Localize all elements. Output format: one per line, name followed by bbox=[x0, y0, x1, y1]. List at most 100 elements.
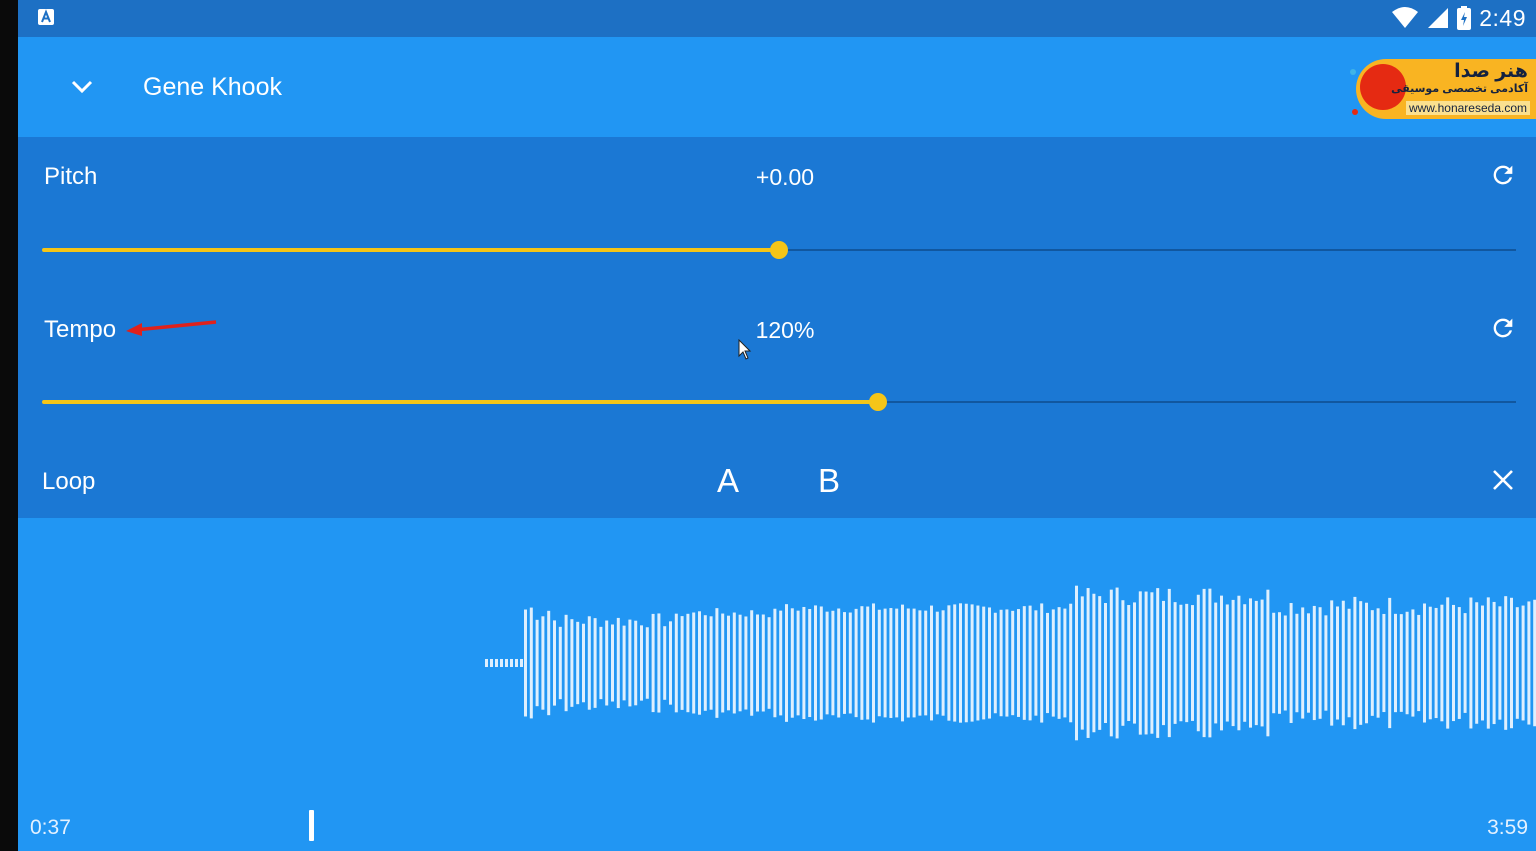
waveform-bar bbox=[756, 614, 759, 712]
annotation-arrow bbox=[126, 320, 217, 336]
waveform-bar bbox=[1336, 606, 1339, 720]
waveform-bar bbox=[1220, 595, 1223, 731]
waveform-bar bbox=[1173, 602, 1177, 724]
waveform-bar bbox=[1272, 612, 1276, 714]
waveform-bar bbox=[1283, 615, 1287, 711]
waveform-bar bbox=[1040, 603, 1044, 723]
loop-a-button[interactable]: A bbox=[717, 462, 739, 500]
waveform-bar bbox=[657, 613, 661, 713]
collapse-button[interactable] bbox=[62, 71, 102, 103]
loop-clear-button[interactable] bbox=[1486, 463, 1520, 497]
waveform-bar bbox=[1301, 607, 1305, 719]
waveform-bar bbox=[1330, 600, 1334, 726]
waveform-bar bbox=[947, 605, 951, 721]
waveform-bar bbox=[663, 626, 667, 700]
song-title: Gene Khook bbox=[143, 73, 282, 101]
tempo-slider-thumb[interactable] bbox=[868, 393, 887, 411]
waveform-bar bbox=[686, 613, 690, 713]
waveform-bar bbox=[541, 616, 545, 710]
waveform-bar bbox=[1133, 602, 1136, 724]
waveform-bar bbox=[510, 659, 513, 667]
playhead[interactable] bbox=[309, 810, 314, 841]
waveform-bar bbox=[645, 627, 649, 699]
waveform[interactable] bbox=[18, 558, 1536, 778]
waveform-bar bbox=[1405, 611, 1409, 715]
waveform-bar bbox=[1347, 608, 1351, 718]
waveform-bar bbox=[1231, 599, 1235, 727]
pitch-slider-thumb[interactable] bbox=[770, 241, 788, 259]
waveform-bar bbox=[1399, 614, 1403, 712]
waveform-bar bbox=[1185, 603, 1189, 723]
waveform-bar bbox=[1127, 605, 1131, 721]
pitch-reset-button[interactable] bbox=[1486, 158, 1520, 192]
tempo-slider[interactable] bbox=[42, 390, 1516, 414]
mouse-cursor-icon bbox=[738, 339, 752, 360]
waveform-bar bbox=[1162, 600, 1165, 726]
close-icon bbox=[1493, 470, 1513, 490]
waveform-bar bbox=[912, 608, 916, 718]
pitch-value: +0.00 bbox=[755, 164, 815, 190]
waveform-bar bbox=[1266, 589, 1270, 737]
tempo-value: 120% bbox=[755, 317, 815, 343]
total-time: 3:59 bbox=[1487, 816, 1528, 839]
waveform-bar bbox=[703, 615, 707, 711]
waveform-bar bbox=[1370, 610, 1374, 716]
waveform-bar bbox=[1365, 602, 1368, 724]
waveform-bar bbox=[582, 623, 585, 703]
waveform-bar bbox=[924, 610, 928, 716]
waveform-bar bbox=[535, 619, 539, 707]
waveform-bar bbox=[1475, 602, 1479, 724]
waveform-bar bbox=[1521, 605, 1525, 721]
waveform-bar bbox=[616, 617, 620, 709]
waveform-bar bbox=[1005, 609, 1009, 717]
waveform-bar bbox=[1295, 613, 1299, 713]
cell-signal-icon bbox=[1428, 8, 1449, 28]
waveform-bar bbox=[1481, 605, 1484, 721]
loop-b-button[interactable]: B bbox=[818, 462, 840, 500]
pitch-slider-fill bbox=[42, 248, 779, 252]
waveform-bar bbox=[988, 607, 991, 719]
waveform-bar bbox=[1411, 609, 1415, 717]
waveform-bar bbox=[732, 612, 736, 714]
waveform-bar bbox=[1440, 604, 1444, 722]
waveform-bar bbox=[1376, 608, 1380, 718]
waveform-bar bbox=[547, 610, 551, 716]
waveform-bar bbox=[1382, 613, 1386, 713]
waveform-bar bbox=[727, 615, 730, 711]
waveform-bar bbox=[1527, 601, 1531, 725]
waveform-bar bbox=[1191, 605, 1194, 721]
waveform-bar bbox=[680, 616, 684, 710]
waveform-bar bbox=[564, 614, 568, 712]
waveform-bar bbox=[520, 659, 523, 667]
waveform-bar bbox=[698, 611, 701, 715]
waveform-bar bbox=[570, 619, 574, 707]
waveform-bar bbox=[1098, 596, 1102, 730]
waveform-bar bbox=[848, 612, 852, 714]
pitch-slider[interactable] bbox=[42, 238, 1516, 262]
pitch-label: Pitch bbox=[44, 163, 98, 190]
watermark-dot bbox=[1350, 69, 1356, 75]
waveform-bar bbox=[906, 608, 910, 718]
waveform-bar bbox=[1318, 607, 1322, 719]
waveform-bar bbox=[1138, 591, 1142, 735]
waveform-bar bbox=[515, 659, 518, 667]
waveform-bar bbox=[1109, 589, 1113, 737]
tempo-reset-button[interactable] bbox=[1486, 311, 1520, 345]
waveform-bar bbox=[1469, 597, 1473, 729]
waveform-bar bbox=[1167, 588, 1171, 738]
waveform-bar bbox=[1022, 606, 1026, 720]
app-notification-icon bbox=[38, 9, 54, 25]
waveform-bar bbox=[761, 614, 765, 712]
waveform-bar bbox=[1353, 596, 1357, 730]
waveform-bar bbox=[558, 626, 562, 700]
waveform-bar bbox=[1359, 601, 1363, 725]
status-icons: 2:49 bbox=[1391, 4, 1526, 32]
waveform-bar bbox=[651, 613, 655, 713]
waveform-bar bbox=[889, 608, 893, 718]
waveform-bar bbox=[622, 625, 626, 701]
waveform-bar bbox=[1080, 596, 1084, 730]
waveform-bar bbox=[1237, 595, 1241, 731]
controls-panel: Pitch +0.00 Tempo 120% Loop A B bbox=[18, 137, 1536, 518]
waveform-bar bbox=[1486, 597, 1490, 729]
waveform-bar bbox=[1417, 614, 1421, 712]
